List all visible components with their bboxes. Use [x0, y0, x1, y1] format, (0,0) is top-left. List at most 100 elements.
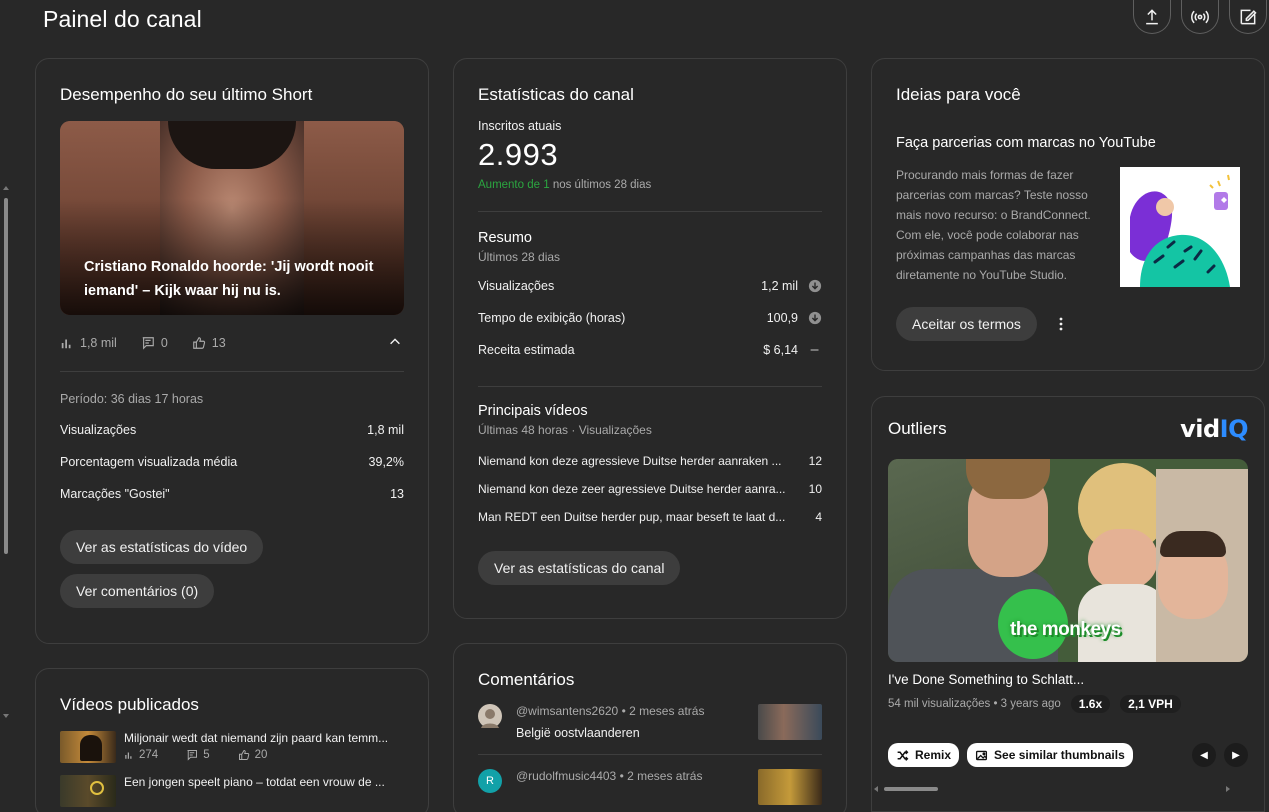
subscribers-count: 2.993 — [478, 137, 559, 172]
comment-icon — [187, 750, 198, 761]
comment-username[interactable]: @rudolfmusic4403 — [516, 769, 616, 783]
video-stats: 274 5 20 — [124, 749, 404, 761]
comment-header: @rudolfmusic4403 • 2 meses atrás — [516, 769, 744, 783]
avatar[interactable]: R — [478, 769, 502, 793]
go-live-button[interactable] — [1181, 0, 1219, 34]
short-period: Período: 36 dias 17 horas — [60, 392, 204, 406]
video-thumbnail[interactable] — [60, 731, 116, 763]
summary-value: 1,2 mil — [761, 279, 798, 293]
brandconnect-illustration — [1120, 167, 1240, 287]
published-videos-title: Vídeos publicados — [60, 695, 199, 714]
metric-row: Marcações "Gostei" 13 — [60, 478, 404, 510]
outliers-horizontal-scrollbar[interactable] — [872, 785, 1232, 793]
comment-video-thumbnail[interactable] — [758, 769, 822, 805]
comment-username[interactable]: @wimsantens2620 — [516, 704, 618, 718]
image-icon — [976, 750, 988, 760]
chevron-up-icon[interactable] — [388, 335, 402, 349]
summary-value: $ 6,14 — [763, 343, 798, 357]
outlier-multiplier-badge: 1.6x — [1070, 695, 1111, 713]
idea-heading: Faça parcerias com marcas no YouTube — [896, 135, 1156, 151]
short-comments: 0 — [160, 336, 168, 350]
chevron-right-icon: ▶ — [1232, 749, 1240, 761]
comments-card: Comentários @wimsantens2620 • 2 meses at… — [453, 643, 847, 812]
channel-stats-title: Estatísticas do canal — [478, 85, 634, 104]
summary-value: 100,9 — [766, 311, 798, 325]
outlier-video-title[interactable]: I've Done Something to Schlatt... — [888, 672, 1248, 687]
live-broadcast-icon — [1191, 10, 1209, 23]
top-video-title: Niemand kon deze zeer agressieve Duitse … — [478, 482, 786, 496]
short-likes: 13 — [211, 336, 226, 350]
bar-chart-icon — [125, 752, 132, 759]
metric-label: Marcações "Gostei" — [60, 487, 170, 501]
last-short-title: Desempenho do seu último Short — [60, 85, 313, 104]
comment-icon — [142, 337, 154, 350]
scrollbar-up-arrow[interactable] — [3, 186, 9, 190]
scrollbar-down-arrow[interactable] — [3, 714, 9, 718]
metric-row: Visualizações 1,8 mil — [60, 414, 404, 446]
ideas-title: Ideias para você — [896, 85, 1021, 104]
top-video-row[interactable]: Man REDT een Duitse herder pup, maar bes… — [478, 503, 822, 531]
video-thumbnail[interactable] — [60, 775, 116, 807]
top-videos-title: Principais vídeos — [478, 403, 588, 419]
outlier-actions: Remix See similar thumbnails ◀ ▶ — [888, 743, 1248, 767]
shuffle-icon — [897, 749, 909, 761]
avatar[interactable] — [478, 704, 502, 728]
view-comments-button[interactable]: Ver comentários (0) — [60, 574, 215, 608]
thumbs-up-icon — [238, 750, 249, 760]
published-video-row[interactable]: Een jongen speelt piano – totdat een vro… — [60, 775, 404, 807]
video-likes: 20 — [254, 749, 268, 761]
metric-value: 1,8 mil — [367, 423, 404, 437]
summary-label: Visualizações — [478, 279, 555, 293]
idea-body: Procurando mais formas de fazer parceria… — [896, 165, 1240, 287]
previous-outlier-button[interactable]: ◀ — [1192, 743, 1216, 767]
summary-label: Tempo de exibição (horas) — [478, 311, 626, 325]
more-options-icon[interactable] — [1053, 316, 1069, 332]
thumbnail-caption: the monkeys — [1010, 619, 1121, 640]
summary-label: Receita estimada — [478, 343, 575, 357]
video-title: Miljonair wedt dat niemand zijn paard ka… — [124, 731, 389, 745]
view-video-stats-button[interactable]: Ver as estatísticas do vídeo — [60, 530, 264, 564]
thumbs-up-icon — [192, 337, 205, 349]
top-videos-list: Niemand kon deze agressieve Duitse herde… — [478, 447, 822, 531]
comment-item[interactable]: R @rudolfmusic4403 • 2 meses atrás — [478, 769, 822, 805]
published-video-row[interactable]: Miljonair wedt dat niemand zijn paard ka… — [60, 731, 404, 763]
metric-label: Visualizações — [60, 423, 137, 437]
page-scrollbar-thumb[interactable] — [4, 198, 8, 554]
summary-row: Receita estimada $ 6,14 — [478, 334, 822, 366]
comment-header: @wimsantens2620 • 2 meses atrás — [516, 704, 744, 718]
top-video-row[interactable]: Niemand kon deze agressieve Duitse herde… — [478, 447, 822, 475]
vidiq-logo: vidIQ — [1180, 415, 1248, 443]
see-similar-thumbnails-button[interactable]: See similar thumbnails — [967, 743, 1133, 767]
summary-row: Visualizações 1,2 mil — [478, 270, 822, 302]
comment-video-thumbnail[interactable] — [758, 704, 822, 740]
top-video-row[interactable]: Niemand kon deze zeer agressieve Duitse … — [478, 475, 822, 503]
chevron-left-icon: ◀ — [1200, 749, 1208, 761]
trend-down-icon — [798, 311, 822, 325]
divider — [478, 754, 822, 755]
last-short-card: Desempenho do seu último Short Cristiano… — [35, 58, 429, 644]
comment-item[interactable]: @wimsantens2620 • 2 meses atrás België o… — [478, 704, 822, 740]
outlier-video-thumbnail[interactable]: the monkeys — [888, 459, 1248, 662]
comment-text: België oostvlaanderen — [516, 726, 640, 740]
video-views: 274 — [139, 749, 159, 761]
top-video-title: Man REDT een Duitse herder pup, maar bes… — [478, 510, 786, 524]
outliers-header: Outliers vidIQ — [888, 415, 1249, 443]
short-thumbnail[interactable]: Cristiano Ronaldo hoorde: 'Jij wordt noo… — [60, 121, 404, 315]
view-channel-stats-button[interactable]: Ver as estatísticas do canal — [478, 551, 681, 585]
remix-button[interactable]: Remix — [888, 743, 960, 767]
trend-flat-icon — [798, 343, 822, 357]
upload-button[interactable] — [1133, 0, 1171, 34]
divider — [60, 371, 404, 372]
subscribers-period: nos últimos 28 dias — [552, 179, 652, 191]
create-post-button[interactable] — [1229, 0, 1267, 34]
ideas-card: Ideias para você Faça parcerias com marc… — [871, 58, 1265, 371]
top-videos-subtitle: Últimas 48 horas · Visualizações — [478, 423, 652, 437]
next-outlier-button[interactable]: ▶ — [1224, 743, 1248, 767]
metric-row: Porcentagem visualizada média 39,2% — [60, 446, 404, 478]
upload-icon — [1146, 8, 1158, 24]
top-video-views: 12 — [808, 454, 822, 468]
bar-chart-icon — [61, 339, 71, 349]
subscribers-increase: Aumento de 1 — [478, 179, 550, 191]
edit-icon — [1240, 9, 1257, 24]
accept-terms-button[interactable]: Aceitar os termos — [896, 307, 1037, 341]
